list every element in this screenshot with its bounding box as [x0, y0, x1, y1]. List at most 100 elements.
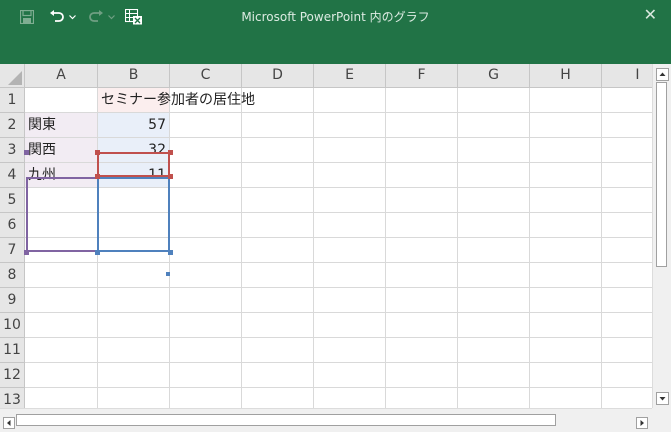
cell-e13[interactable] [314, 388, 386, 408]
cell-i10[interactable] [602, 313, 652, 338]
undo-dropdown-chevron-down-icon[interactable] [67, 8, 77, 26]
series-name-handle-right[interactable] [168, 150, 173, 155]
row-header-6[interactable]: 6 [0, 213, 25, 238]
cell-e3[interactable] [314, 138, 386, 163]
cell-d3[interactable] [242, 138, 314, 163]
cell-c3[interactable] [170, 138, 242, 163]
row-header-10[interactable]: 10 [0, 313, 25, 338]
cell-e4[interactable] [314, 163, 386, 188]
vertical-scroll-thumb[interactable] [656, 82, 667, 267]
cell-c4[interactable] [170, 163, 242, 188]
cell-d10[interactable] [242, 313, 314, 338]
cell-i1[interactable] [602, 88, 652, 113]
row-header-13[interactable]: 13 [0, 388, 25, 408]
cell-f8[interactable] [386, 263, 458, 288]
cell-b2[interactable]: 57 [98, 113, 170, 138]
cell-i3[interactable] [602, 138, 652, 163]
scroll-left-arrow-icon[interactable] [3, 414, 15, 429]
cell-g12[interactable] [458, 363, 530, 388]
row-header-11[interactable]: 11 [0, 338, 25, 363]
cell-a1[interactable] [25, 88, 98, 113]
cell-d11[interactable] [242, 338, 314, 363]
cell-h8[interactable] [530, 263, 602, 288]
cell-f7[interactable] [386, 238, 458, 263]
cell-c9[interactable] [170, 288, 242, 313]
cell-i13[interactable] [602, 388, 652, 408]
column-header-a[interactable]: A [25, 64, 98, 88]
cell-d8[interactable] [242, 263, 314, 288]
cell-b12[interactable] [98, 363, 170, 388]
cell-h6[interactable] [530, 213, 602, 238]
cell-c7[interactable] [170, 238, 242, 263]
cell-i11[interactable] [602, 338, 652, 363]
table-resize-handle[interactable] [166, 272, 170, 276]
cell-b10[interactable] [98, 313, 170, 338]
cell-e8[interactable] [314, 263, 386, 288]
cell-g6[interactable] [458, 213, 530, 238]
cell-i12[interactable] [602, 363, 652, 388]
cell-g10[interactable] [458, 313, 530, 338]
row-header-1[interactable]: 1 [0, 88, 25, 113]
cell-h12[interactable] [530, 363, 602, 388]
horizontal-scrollbar[interactable] [0, 408, 652, 432]
column-header-g[interactable]: G [458, 64, 530, 88]
cell-f1[interactable] [386, 88, 458, 113]
category-range-handle[interactable] [24, 150, 29, 155]
cell-c5[interactable] [170, 188, 242, 213]
cell-b11[interactable] [98, 338, 170, 363]
cell-f13[interactable] [386, 388, 458, 408]
cell-e6[interactable] [314, 213, 386, 238]
cell-b4[interactable]: 11 [98, 163, 170, 188]
cell-h9[interactable] [530, 288, 602, 313]
cell-i6[interactable] [602, 213, 652, 238]
scroll-up-arrow-icon[interactable] [656, 66, 669, 81]
cell-b1[interactable]: セミナー参加者の居住地 [98, 88, 255, 113]
cell-e10[interactable] [314, 313, 386, 338]
cell-d4[interactable] [242, 163, 314, 188]
cell-e9[interactable] [314, 288, 386, 313]
cell-e7[interactable] [314, 238, 386, 263]
cell-h13[interactable] [530, 388, 602, 408]
cell-i9[interactable] [602, 288, 652, 313]
cell-f6[interactable] [386, 213, 458, 238]
cell-h3[interactable] [530, 138, 602, 163]
cell-g8[interactable] [458, 263, 530, 288]
cell-e5[interactable] [314, 188, 386, 213]
cell-d12[interactable] [242, 363, 314, 388]
cell-f10[interactable] [386, 313, 458, 338]
cell-g3[interactable] [458, 138, 530, 163]
cell-a3[interactable]: 関西 [25, 138, 98, 163]
cell-f12[interactable] [386, 363, 458, 388]
cell-f5[interactable] [386, 188, 458, 213]
cell-c13[interactable] [170, 388, 242, 408]
cell-i5[interactable] [602, 188, 652, 213]
category-range-handle-bottom[interactable] [24, 250, 29, 255]
cell-c10[interactable] [170, 313, 242, 338]
cell-d6[interactable] [242, 213, 314, 238]
cell-f9[interactable] [386, 288, 458, 313]
cell-h4[interactable] [530, 163, 602, 188]
undo-icon[interactable] [48, 8, 66, 26]
cell-g1[interactable] [458, 88, 530, 113]
scroll-right-arrow-icon[interactable] [636, 414, 648, 429]
cell-h11[interactable] [530, 338, 602, 363]
column-header-f[interactable]: F [386, 64, 458, 88]
row-header-9[interactable]: 9 [0, 288, 25, 313]
cell-g9[interactable] [458, 288, 530, 313]
cell-b8[interactable] [98, 263, 170, 288]
series-name-handle-bottom-right[interactable] [168, 174, 173, 179]
cell-g7[interactable] [458, 238, 530, 263]
edit-in-excel-icon[interactable] [124, 8, 144, 26]
cell-d13[interactable] [242, 388, 314, 408]
cell-i8[interactable] [602, 263, 652, 288]
cell-c6[interactable] [170, 213, 242, 238]
cell-h5[interactable] [530, 188, 602, 213]
cell-h10[interactable] [530, 313, 602, 338]
values-range-handle-bottom-right[interactable] [168, 250, 173, 255]
cell-b9[interactable] [98, 288, 170, 313]
cell-e1[interactable] [314, 88, 386, 113]
redo-icon[interactable] [87, 8, 105, 26]
cell-d7[interactable] [242, 238, 314, 263]
scroll-down-arrow-icon[interactable] [656, 390, 669, 405]
cell-f3[interactable] [386, 138, 458, 163]
